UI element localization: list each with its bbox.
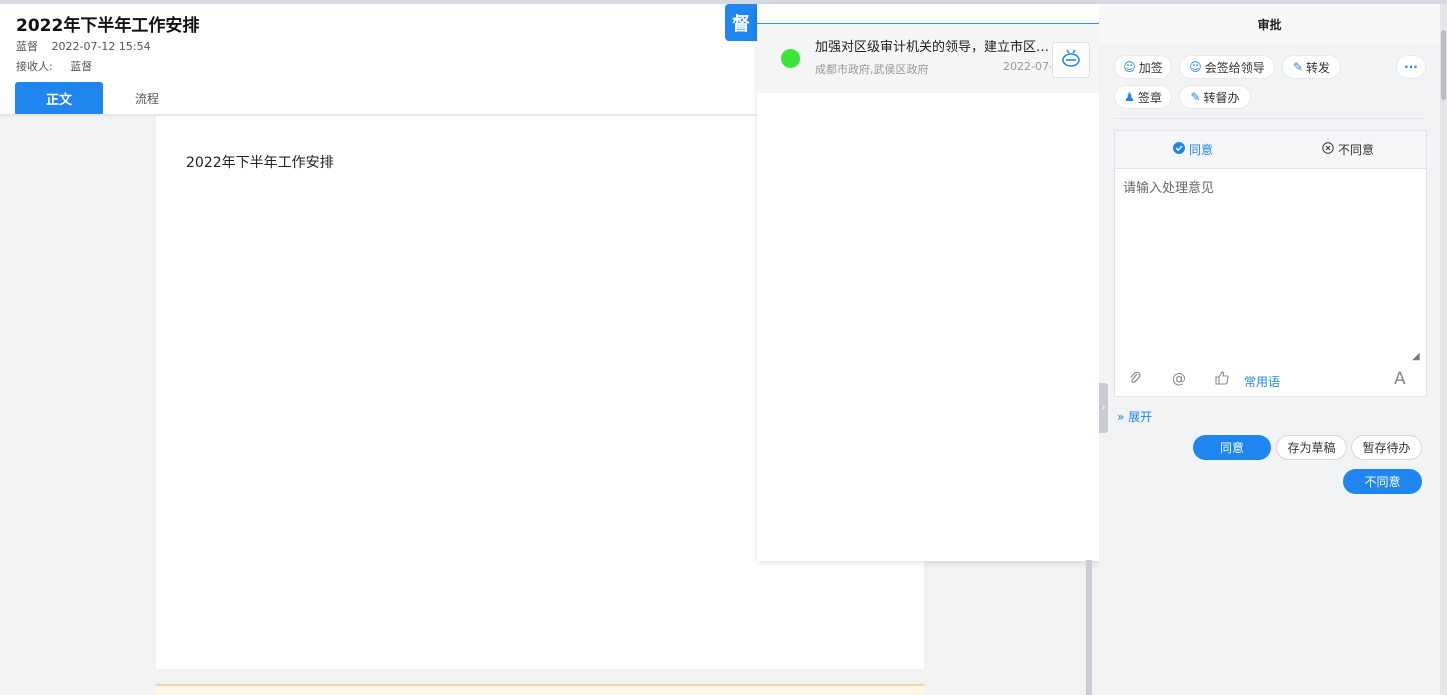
double-chevron-down-icon: »: [1117, 410, 1125, 424]
supervise-list-item[interactable]: 加强对区级审计机关的领导，建立市区… 成都市政府,武侯区政府 2022-07-: [757, 24, 1099, 93]
approval-panel: 审批 ☺ 加签 ☺ 会签给领导 ✎ 转发 ··· ♟ 签章 ✎ 转督办 同意 不…: [1099, 4, 1440, 695]
supervise-transfer-label: 转督办: [1203, 90, 1240, 105]
more-actions-button[interactable]: ···: [1396, 55, 1426, 79]
expand-label: 展开: [1128, 410, 1153, 424]
supervise-transfer-button[interactable]: ✎ 转督办: [1179, 85, 1251, 109]
right-scrollbar-thumb[interactable]: [1441, 30, 1446, 100]
supervise-item-date: 2022-07-: [1003, 60, 1051, 73]
forward-label: 转发: [1306, 60, 1331, 75]
page-title: 2022年下半年工作安排: [16, 16, 200, 36]
seal-icon: ♟: [1124, 90, 1135, 104]
approval-title: 审批: [1099, 4, 1440, 44]
doc-author: 蓝督: [16, 40, 38, 53]
receiver-name: 蓝督: [70, 60, 93, 73]
common-phrases-button[interactable]: 常用语: [1244, 373, 1280, 390]
robot-button[interactable]: [1052, 42, 1090, 78]
save-draft-button[interactable]: 存为草稿: [1276, 435, 1347, 460]
opinion-tabs: 同意 不同意: [1115, 131, 1426, 169]
doc-datetime: 2022-07-12 15:54: [51, 40, 151, 53]
forward-button[interactable]: ✎ 转发: [1282, 55, 1341, 79]
opinion-box: 同意 不同意 请输入处理意见 ◢ @ 常用语 A: [1114, 130, 1427, 397]
countersign-label: 会签给领导: [1204, 60, 1265, 75]
receiver-line: 接收人: 蓝督: [16, 58, 106, 74]
disagree-button[interactable]: 不同意: [1343, 469, 1422, 494]
check-circle-icon: [1173, 142, 1185, 157]
thumbs-up-icon[interactable]: [1215, 371, 1229, 389]
scroll-divider[interactable]: [1086, 560, 1092, 695]
mention-button[interactable]: @: [1172, 371, 1186, 387]
supervise-item-title: 加强对区级审计机关的领导，建立市区…: [815, 40, 1050, 55]
countersign-icon: ☺: [1189, 60, 1202, 74]
hold-pending-button[interactable]: 暂存待办: [1351, 435, 1422, 460]
doc-meta: 蓝督 2022-07-12 15:54: [16, 38, 161, 54]
countersign-leader-button[interactable]: ☺ 会签给领导: [1179, 55, 1275, 79]
opinion-tab-agree[interactable]: 同意: [1173, 141, 1213, 158]
add-sign-icon: ☺: [1123, 60, 1136, 74]
status-dot: [781, 49, 800, 68]
opinion-tab-disagree-label: 不同意: [1338, 143, 1375, 157]
seal-button[interactable]: ♟ 签章: [1114, 85, 1172, 109]
opinion-tab-disagree[interactable]: 不同意: [1322, 141, 1374, 158]
tab-body[interactable]: 正文: [15, 82, 103, 114]
paperclip-icon[interactable]: [1129, 371, 1141, 389]
right-scrollbar-track[interactable]: [1440, 4, 1447, 695]
collapse-panel-handle[interactable]: ›: [1099, 383, 1108, 433]
document-body-text: 2022年下半年工作安排: [186, 155, 334, 171]
opinion-input[interactable]: 请输入处理意见: [1123, 177, 1214, 196]
add-sign-label: 加签: [1138, 60, 1163, 75]
document-footer-bar: [156, 684, 924, 695]
agree-button[interactable]: 同意: [1193, 435, 1271, 460]
expand-toggle[interactable]: » 展开: [1117, 408, 1152, 425]
robot-icon: [1061, 49, 1081, 71]
font-button[interactable]: A: [1394, 369, 1406, 389]
supervise-popup: 加强对区级审计机关的领导，建立市区… 成都市政府,武侯区政府 2022-07-: [757, 4, 1099, 561]
opinion-tab-agree-label: 同意: [1189, 143, 1214, 157]
resize-handle-icon[interactable]: ◢: [1412, 351, 1420, 362]
supervise-item-org: 成都市政府,武侯区政府: [815, 63, 929, 76]
supervise-transfer-icon: ✎: [1190, 90, 1201, 104]
seal-label: 签章: [1137, 90, 1162, 105]
opinion-toolbar: @ 常用语 A: [1115, 369, 1426, 395]
divider: [1114, 118, 1426, 119]
tab-flow[interactable]: 流程: [112, 82, 182, 114]
receiver-label: 接收人:: [16, 60, 53, 73]
add-sign-button[interactable]: ☺ 加签: [1114, 55, 1172, 79]
supervise-badge[interactable]: 督: [725, 4, 757, 41]
forward-icon: ✎: [1292, 60, 1304, 74]
x-circle-icon: [1322, 142, 1334, 157]
